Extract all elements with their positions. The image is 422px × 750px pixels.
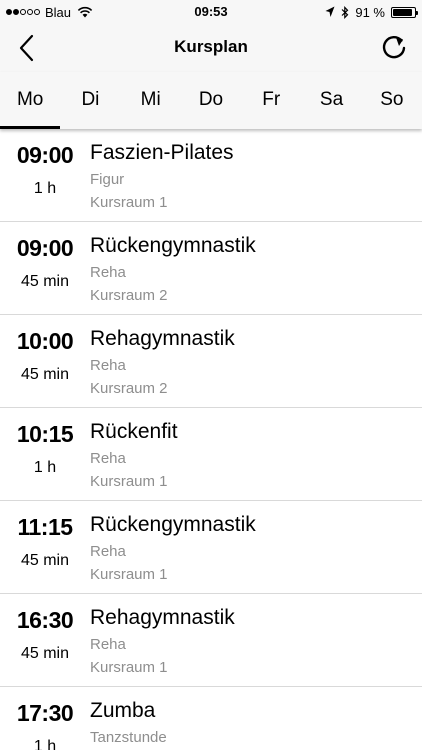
course-name: Rückengymnastik: [90, 513, 256, 536]
tab-day-mo[interactable]: Mo: [0, 72, 61, 129]
course-room: Kursraum 2: [90, 287, 168, 304]
course-room: Kursraum 2: [90, 380, 168, 397]
course-row[interactable]: 16:30 45 min Rehagymnastik Reha Kursraum 1: [0, 594, 422, 687]
course-category: Reha: [90, 450, 126, 467]
course-row[interactable]: 10:15 1 h Rückenfit Reha Kursraum 1: [0, 408, 422, 501]
course-row[interactable]: 09:00 1 h Faszien-Pilates Figur Kursraum 1: [0, 129, 422, 222]
course-category: Tanzstunde: [90, 729, 167, 746]
status-right: 91 %: [325, 4, 418, 20]
course-category: Reha: [90, 543, 126, 560]
course-name: Zumba: [90, 699, 156, 722]
course-time: 09:00: [16, 235, 74, 261]
course-name: Rehagymnastik: [90, 606, 235, 629]
tab-day-fr[interactable]: Fr: [241, 72, 301, 129]
course-row[interactable]: 17:30 1 h Zumba Tanzstunde: [0, 687, 422, 750]
course-duration: 1 h: [33, 180, 57, 197]
course-row[interactable]: 10:00 45 min Rehagymnastik Reha Kursraum 2: [0, 315, 422, 408]
course-category: Figur: [90, 171, 125, 188]
tab-day-do[interactable]: Do: [181, 72, 241, 129]
course-room: Kursraum 1: [90, 473, 168, 490]
battery-percent: 91 %: [355, 4, 385, 20]
refresh-icon[interactable]: [378, 32, 410, 64]
tab-day-sa[interactable]: Sa: [301, 72, 361, 129]
battery-icon: [391, 6, 418, 18]
tab-day-so[interactable]: So: [362, 72, 422, 129]
course-name: Faszien-Pilates: [90, 141, 234, 164]
navigation-bar: Kursplan: [0, 24, 422, 72]
course-time: 16:30: [16, 607, 74, 633]
course-row[interactable]: 09:00 45 min Rückengymnastik Reha Kursraum 2: [0, 222, 422, 315]
status-bar: Blau 09:53 91 %: [0, 0, 422, 24]
location-arrow-icon: [325, 6, 335, 17]
course-category: Reha: [90, 357, 126, 374]
course-duration: 1 h: [33, 459, 57, 476]
course-name: Rehagymnastik: [90, 327, 235, 350]
course-time: 10:15: [16, 421, 74, 447]
course-room: Kursraum 1: [90, 659, 168, 676]
course-name: Rückenfit: [90, 420, 178, 443]
course-time: 17:30: [16, 700, 74, 726]
course-duration: 45 min: [20, 366, 70, 383]
tab-day-di[interactable]: Di: [60, 72, 120, 129]
course-duration: 45 min: [20, 645, 70, 662]
page-title: Kursplan: [174, 37, 248, 56]
course-time: 09:00: [16, 142, 74, 168]
course-duration: 1 h: [33, 738, 57, 750]
course-category: Reha: [90, 264, 126, 281]
course-row[interactable]: 11:15 45 min Rückengymnastik Reha Kursraum 1: [0, 501, 422, 594]
course-time: 11:15: [17, 514, 73, 540]
course-list: 09:00 1 h Faszien-Pilates Figur Kursraum 1 09…: [0, 129, 422, 750]
course-category: Reha: [90, 636, 126, 653]
course-duration: 45 min: [20, 552, 70, 569]
tab-day-mi[interactable]: Mi: [121, 72, 181, 129]
course-room: Kursraum 1: [90, 566, 168, 583]
course-room: Kursraum 1: [90, 194, 168, 211]
bluetooth-icon: [341, 5, 349, 19]
course-name: Rückengymnastik: [90, 234, 256, 257]
course-time: 10:00: [16, 328, 74, 354]
day-tabs: Mo Di Mi Do Fr Sa So: [0, 72, 422, 129]
course-duration: 45 min: [20, 273, 70, 290]
